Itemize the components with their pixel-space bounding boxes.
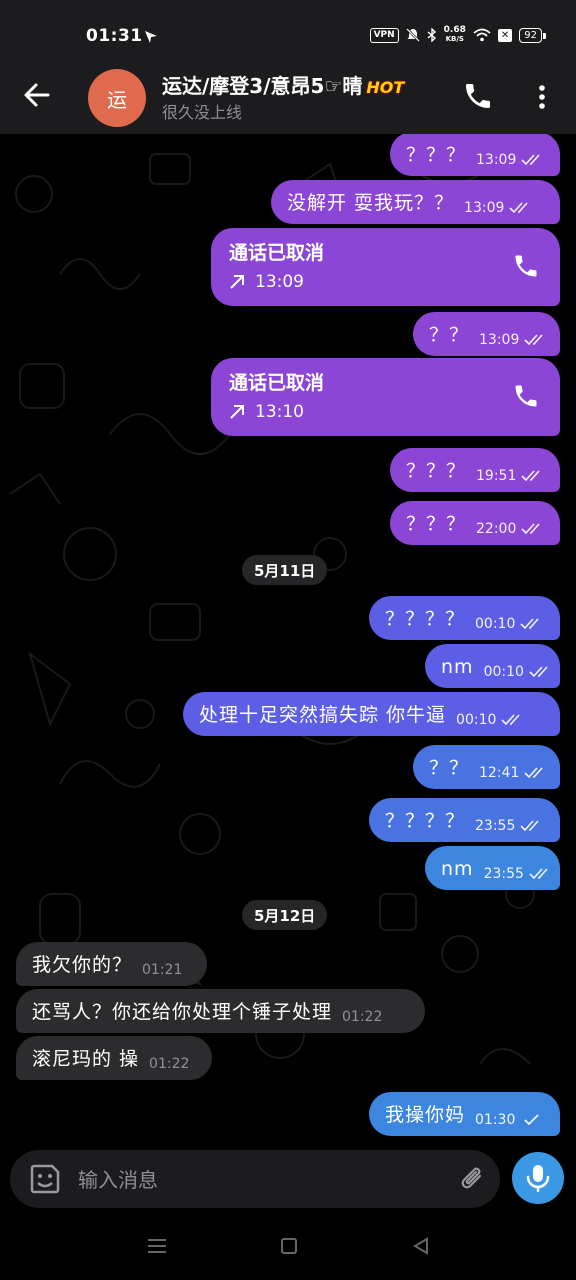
- message-list[interactable]: ？？？ 13:09 没解开 耍我玩？？ 13:09 通话已取消 13:09 ？？…: [0, 134, 576, 1146]
- mute-icon: [405, 28, 420, 42]
- phone-icon[interactable]: [512, 382, 540, 410]
- outgoing-message[interactable]: 没解开 耍我玩？？ 13:09: [271, 180, 560, 224]
- arrow-up-right-icon: [230, 405, 244, 419]
- arrow-up-right-icon: [230, 275, 244, 289]
- double-check-icon: [529, 666, 548, 678]
- outgoing-message[interactable]: 我操你妈 01:30: [369, 1092, 560, 1136]
- message-input[interactable]: [76, 1150, 450, 1210]
- battery-indicator: 92: [519, 27, 546, 43]
- status-time: 01:31: [86, 26, 143, 46]
- outgoing-message[interactable]: 处理十足突然搞失踪 你牛逼 00:10: [183, 692, 560, 736]
- bluetooth-icon: [427, 28, 436, 42]
- mic-button[interactable]: [512, 1152, 564, 1204]
- outgoing-message[interactable]: ？？？ 13:09: [390, 134, 560, 176]
- status-icons: VPN 0.68 KB/S ✕ 92: [369, 25, 546, 44]
- double-check-icon: [520, 618, 539, 630]
- double-check-icon: [521, 154, 540, 166]
- outgoing-message[interactable]: ？？？ 19:51: [390, 448, 560, 492]
- outgoing-message[interactable]: nm 00:10: [425, 644, 560, 688]
- outgoing-message[interactable]: ？？？？ 23:55: [369, 798, 560, 842]
- date-separator: 5月11日: [242, 555, 328, 585]
- double-check-icon: [521, 470, 540, 482]
- outgoing-message[interactable]: nm 23:55: [425, 846, 560, 890]
- notification-badge: ✕: [497, 28, 513, 42]
- double-check-icon: [501, 714, 521, 726]
- menu-icon[interactable]: [146, 1238, 168, 1254]
- date-separator: 5月12日: [242, 900, 328, 930]
- call-cancelled-message[interactable]: 通话已取消 13:10: [211, 358, 560, 436]
- outgoing-message[interactable]: ？？？ 22:00: [390, 501, 560, 545]
- double-check-icon: [524, 334, 543, 346]
- status-bar: 01:31 VPN 0.68 KB/S ✕ 92: [0, 0, 576, 62]
- more-vertical-icon[interactable]: [532, 82, 552, 112]
- wifi-icon: [473, 28, 491, 42]
- back-triangle-icon[interactable]: [412, 1237, 430, 1255]
- double-check-icon: [529, 868, 548, 880]
- last-seen-status: 很久没上线: [162, 103, 243, 122]
- paperclip-icon[interactable]: [458, 1164, 488, 1194]
- double-check-icon: [509, 202, 529, 214]
- double-check-icon: [524, 767, 543, 779]
- message-composer: [10, 1150, 500, 1210]
- outgoing-message[interactable]: ？？ 12:41: [413, 745, 560, 789]
- network-speed: 0.68 KB/S: [443, 25, 466, 44]
- call-cancelled-message[interactable]: 通话已取消 13:09: [211, 228, 560, 306]
- outgoing-message[interactable]: ？？？？ 00:10: [369, 596, 560, 640]
- incoming-message[interactable]: 我欠你的？ 01:21: [16, 942, 207, 986]
- check-icon: [524, 1114, 540, 1126]
- phone-icon[interactable]: [512, 252, 540, 280]
- mic-icon: [526, 1165, 550, 1193]
- double-check-icon: [521, 523, 540, 535]
- navigation-arrow-icon: [145, 31, 157, 43]
- vpn-badge: VPN: [369, 27, 399, 43]
- phone-icon[interactable]: [462, 80, 494, 112]
- hot-badge: HOT: [366, 78, 405, 97]
- double-check-icon: [520, 820, 539, 832]
- home-nav-button[interactable]: [281, 1238, 297, 1254]
- avatar[interactable]: 运: [88, 69, 146, 127]
- incoming-message[interactable]: 还骂人？你还给你处理个锤子处理 01:22: [16, 989, 425, 1033]
- chat-title[interactable]: 运达/摩登3/意昂5☞晴 HOT: [162, 70, 404, 99]
- sticker-icon[interactable]: [28, 1162, 62, 1196]
- chat-header: 运 运达/摩登3/意昂5☞晴 HOT 很久没上线: [0, 62, 576, 134]
- incoming-message[interactable]: 滚尼玛的 操 01:22: [16, 1036, 212, 1080]
- arrow-left-icon[interactable]: [22, 80, 52, 110]
- system-nav-bar: [0, 1210, 576, 1280]
- outgoing-message[interactable]: ？？ 13:09: [413, 312, 560, 356]
